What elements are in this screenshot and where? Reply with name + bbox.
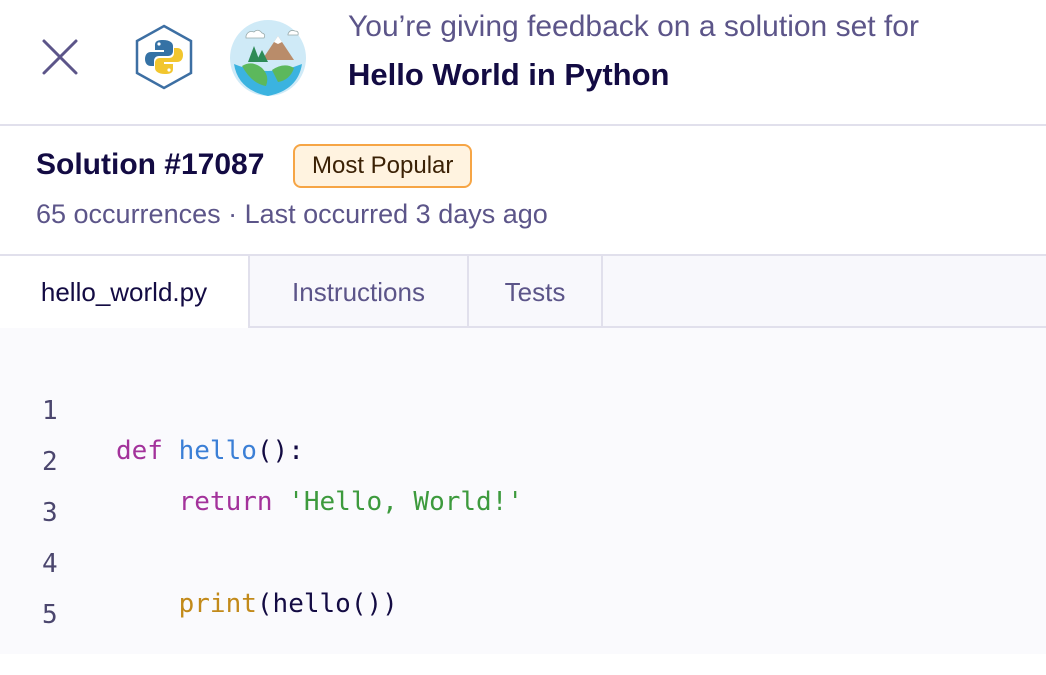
python-logo-icon <box>135 24 193 90</box>
exercise-title: Hello World in Python <box>348 57 670 92</box>
tab-hello-world-py[interactable]: hello_world.py <box>0 256 250 328</box>
builtin-token: print <box>178 589 257 619</box>
feedback-subtitle: You’re giving feedback on a solution set… <box>348 10 919 43</box>
function-name-token: hello <box>178 436 257 466</box>
code-text: def hello(): <box>116 431 304 471</box>
solution-meta: 65 occurrences · Last occurred 3 days ag… <box>36 199 548 229</box>
code-line: 4 print(hello()) <box>0 504 398 619</box>
keyword-token: def <box>116 436 163 466</box>
keyword-token: return <box>178 487 273 517</box>
string-token: 'Hello, World!' <box>288 487 524 517</box>
hello-world-globe-icon <box>230 20 306 96</box>
code-line: 1 def hello(): <box>0 351 304 466</box>
code-line: 5 <box>0 555 63 630</box>
code-text: print(hello()) <box>116 584 398 624</box>
close-icon[interactable] <box>40 37 80 77</box>
file-tabs: hello_world.py Instructions Tests <box>0 256 1046 328</box>
punctuation-token: (): <box>256 436 304 466</box>
code-text: return 'Hello, World!' <box>116 482 523 522</box>
code-viewer: 1 def hello(): 2 return 'Hello, World!' … <box>0 328 1046 654</box>
line-number: 5 <box>42 600 58 630</box>
most-popular-badge: Most Popular <box>293 144 473 188</box>
tab-instructions[interactable]: Instructions <box>250 256 469 328</box>
solution-summary: Solution #17087 Most Popular 65 occurren… <box>0 126 1046 254</box>
code-line: 3 <box>0 453 63 528</box>
header: You’re giving feedback on a solution set… <box>0 0 1046 124</box>
call-token: (hello()) <box>256 589 398 619</box>
code-line: 2 return 'Hello, World!' <box>0 402 523 517</box>
solution-title: Solution #17087 <box>36 148 265 181</box>
tab-tests[interactable]: Tests <box>469 256 603 328</box>
